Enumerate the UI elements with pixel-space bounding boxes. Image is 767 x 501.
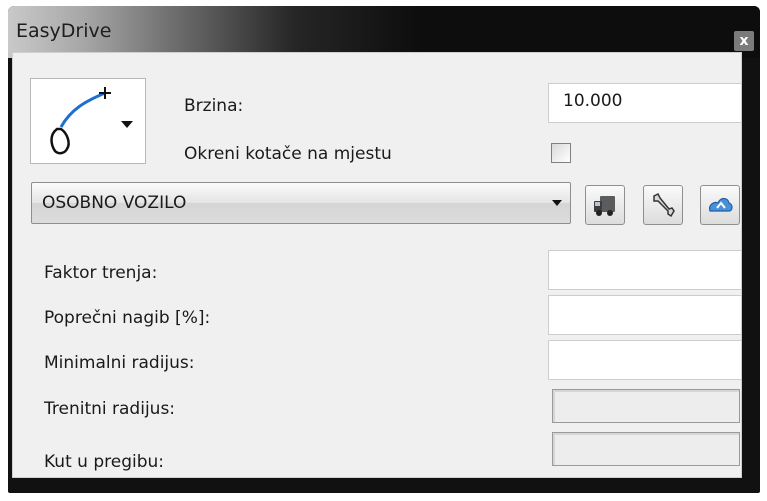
vehicle-library-button[interactable] xyxy=(585,185,625,225)
min-radius-input[interactable] xyxy=(548,340,742,380)
vehicle-select-value: OSOBNO VOZILO xyxy=(42,193,187,213)
chevron-down-icon xyxy=(552,200,562,206)
min-radius-label: Minimalni radijus: xyxy=(44,353,195,373)
cross-slope-input[interactable] xyxy=(548,295,742,335)
vehicle-select[interactable]: OSOBNO VOZILO xyxy=(31,182,571,224)
break-angle-label: Kut u pregibu: xyxy=(44,452,164,472)
title-bar[interactable]: EasyDrive x xyxy=(8,6,760,58)
export-button[interactable] xyxy=(700,185,740,225)
friction-factor-label: Faktor trenja: xyxy=(44,263,158,283)
break-angle-output xyxy=(552,432,740,466)
wrench-icon xyxy=(653,192,675,218)
speed-input[interactable]: 10.000 xyxy=(548,83,742,123)
close-button[interactable]: x xyxy=(734,31,754,51)
window-title: EasyDrive xyxy=(16,20,112,42)
curve-type-selector[interactable] xyxy=(30,78,146,164)
rotate-in-place-label: Okreni kotače na mjestu xyxy=(184,144,392,164)
friction-factor-input[interactable] xyxy=(548,250,742,290)
friction-radius-output xyxy=(552,389,740,423)
speed-label: Brzina: xyxy=(184,96,244,116)
truck-icon xyxy=(594,196,615,216)
settings-button[interactable] xyxy=(643,185,683,225)
friction-radius-label: Trenitni radijus: xyxy=(44,399,176,419)
cross-slope-label: Poprečni nagib [%]: xyxy=(44,308,211,328)
chevron-down-icon xyxy=(121,121,133,128)
rotate-in-place-checkbox[interactable] xyxy=(551,143,571,163)
cloud-upload-icon xyxy=(709,197,733,212)
